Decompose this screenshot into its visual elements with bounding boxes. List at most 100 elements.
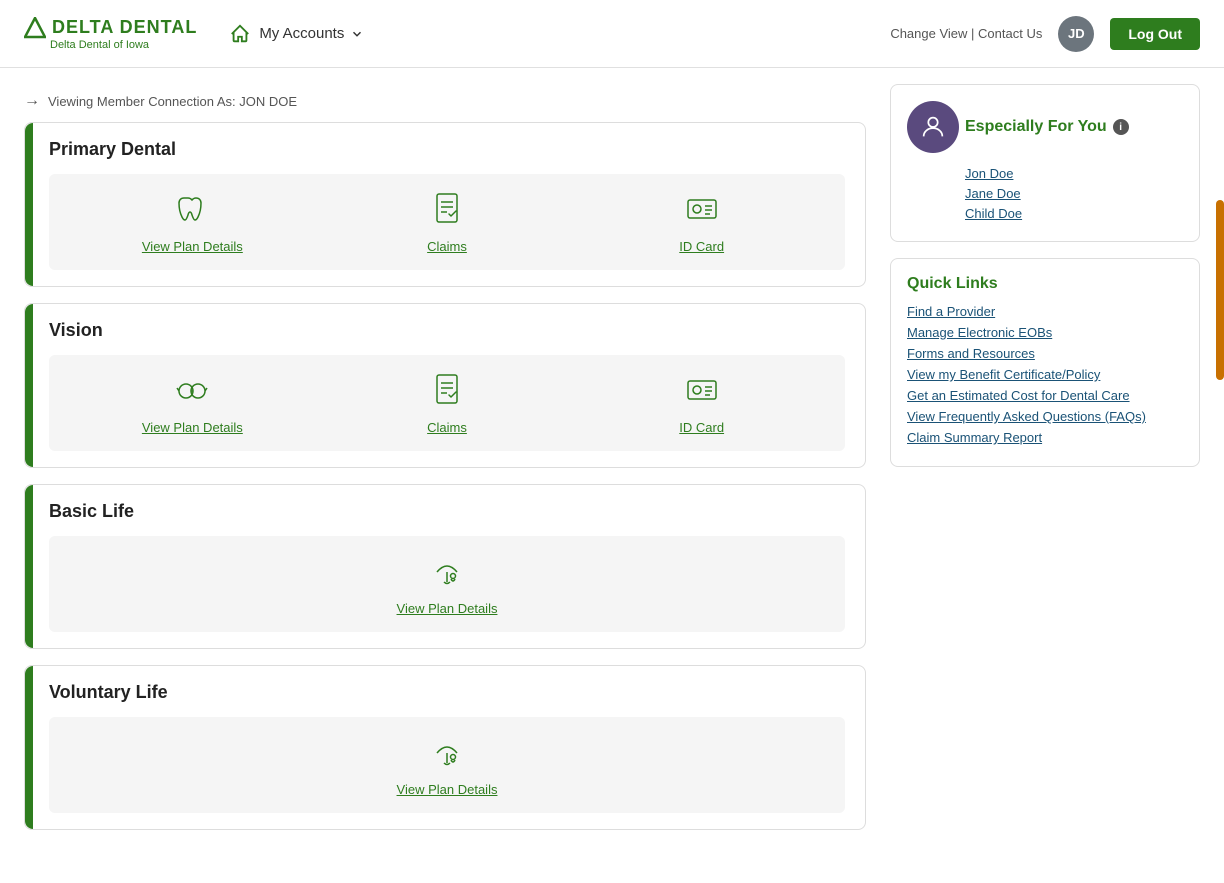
action-view-plan-details[interactable]: View Plan Details [65,371,320,435]
action-id-card[interactable]: ID Card [574,190,829,254]
quick-link-item: Forms and Resources [907,345,1183,361]
my-accounts-nav[interactable]: My Accounts [259,25,364,42]
plan-card-basic-life: Basic Life View Plan Details [24,484,866,649]
brand-sub: Delta Dental of Iowa [50,39,149,51]
viewing-banner: → Viewing Member Connection As: JON DOE [24,84,866,122]
user-avatar[interactable]: JD [1058,16,1094,52]
quick-link-item: View my Benefit Certificate/Policy [907,366,1183,382]
card-body: Basic Life View Plan Details [33,485,865,648]
action-label: View Plan Details [397,601,498,616]
quick-links-card: Quick Links Find a Provider Manage Electr… [890,258,1200,467]
tooth-icon [174,190,210,226]
card-body: Vision View Plan Details Claims [33,304,865,467]
home-icon [229,23,251,45]
id-card-icon [684,371,720,412]
claims-icon [429,371,465,412]
card-accent-bar [25,304,33,467]
life-icon [429,733,465,769]
especially-title-area: Especially For You i [965,118,1183,136]
action-label: View Plan Details [142,239,243,254]
card-actions: View Plan Details Claims ID Card [49,174,845,270]
id-card-icon [684,371,720,407]
main-content: → Viewing Member Connection As: JON DOE … [0,68,1224,862]
pipe-separator: | [971,26,978,41]
member-list-item: Child Doe [965,205,1183,221]
glasses-icon [174,371,210,407]
action-view-plan-details[interactable]: View Plan Details [65,733,829,797]
logo-text: DELTA DENTAL [24,17,197,39]
especially-for-you-card: Especially For You i Jon Doe Jane Doe Chil… [890,84,1200,242]
action-label: Claims [427,239,467,254]
quick-link[interactable]: Claim Summary Report [907,430,1042,445]
quick-link[interactable]: Manage Electronic EOBs [907,325,1052,340]
card-body: Primary Dental View Plan Details Claims … [33,123,865,286]
quick-link[interactable]: Forms and Resources [907,346,1035,361]
action-label: ID Card [679,420,724,435]
especially-title-text: Especially For You [965,118,1107,136]
member-list: Jon Doe Jane Doe Child Doe [965,165,1183,221]
quick-link[interactable]: View Frequently Asked Questions (FAQs) [907,409,1146,424]
card-accent-bar [25,666,33,829]
right-column: Especially For You i Jon Doe Jane Doe Chil… [890,84,1200,846]
especially-title: Especially For You i [965,118,1183,136]
member-list-item: Jane Doe [965,185,1183,201]
card-body: Voluntary Life View Plan Details [33,666,865,829]
quick-link[interactable]: Find a Provider [907,304,995,319]
id-card-icon [684,190,720,231]
action-label: View Plan Details [142,420,243,435]
member-link[interactable]: Jane Doe [965,186,1021,201]
life-icon [429,552,465,588]
member-list-item: Jon Doe [965,165,1183,181]
header-links: Change View | Contact Us [890,26,1042,41]
left-column: → Viewing Member Connection As: JON DOE … [24,84,866,846]
especially-header: Especially For You i [907,101,1183,153]
quick-link-item: Claim Summary Report [907,429,1183,445]
quick-link-item: View Frequently Asked Questions (FAQs) [907,408,1183,424]
logout-button[interactable]: Log Out [1110,18,1200,50]
scroll-accent [1216,200,1224,380]
id-card-icon [684,190,720,226]
action-claims[interactable]: Claims [320,371,575,435]
avatar-initials: JD [1068,26,1085,41]
quick-link-item: Find a Provider [907,303,1183,319]
member-link[interactable]: Child Doe [965,206,1022,221]
quick-links-list: Find a Provider Manage Electronic EOBs For… [907,303,1183,445]
quick-links-title: Quick Links [907,275,1183,293]
card-actions: View Plan Details [49,536,845,632]
contact-us-link[interactable]: Contact Us [978,26,1042,41]
action-claims[interactable]: Claims [320,190,575,254]
plan-cards-container: Primary Dental View Plan Details Claims … [24,122,866,830]
quick-link[interactable]: Get an Estimated Cost for Dental Care [907,388,1130,403]
quick-link-item: Manage Electronic EOBs [907,324,1183,340]
card-title: Primary Dental [49,139,845,160]
glasses-icon [174,371,210,412]
quick-link-item: Get an Estimated Cost for Dental Care [907,387,1183,403]
card-title: Basic Life [49,501,845,522]
card-actions: View Plan Details [49,717,845,813]
card-accent-bar [25,123,33,286]
header: DELTA DENTAL Delta Dental of Iowa My Acc… [0,0,1224,68]
chevron-down-icon [350,27,364,41]
header-right: Change View | Contact Us JD Log Out [890,16,1200,52]
tooth-icon [174,190,210,231]
member-link[interactable]: Jon Doe [965,166,1013,181]
change-view-link[interactable]: Change View [890,26,967,41]
brand-name: DELTA DENTAL [52,17,197,38]
quick-link[interactable]: View my Benefit Certificate/Policy [907,367,1100,382]
card-accent-bar [25,485,33,648]
card-title: Vision [49,320,845,341]
arrow-icon: → [24,92,40,110]
claims-icon [429,190,465,231]
plan-card-vision: Vision View Plan Details Claims [24,303,866,468]
claims-icon [429,190,465,226]
viewing-text: Viewing Member Connection As: JON DOE [48,94,297,109]
info-badge[interactable]: i [1113,119,1129,135]
action-view-plan-details[interactable]: View Plan Details [65,552,829,616]
action-id-card[interactable]: ID Card [574,371,829,435]
plan-card-primary-dental: Primary Dental View Plan Details Claims … [24,122,866,287]
home-icon-wrap[interactable] [229,23,251,45]
person-icon [919,113,947,141]
action-view-plan-details[interactable]: View Plan Details [65,190,320,254]
life-icon [429,552,465,593]
action-label: ID Card [679,239,724,254]
